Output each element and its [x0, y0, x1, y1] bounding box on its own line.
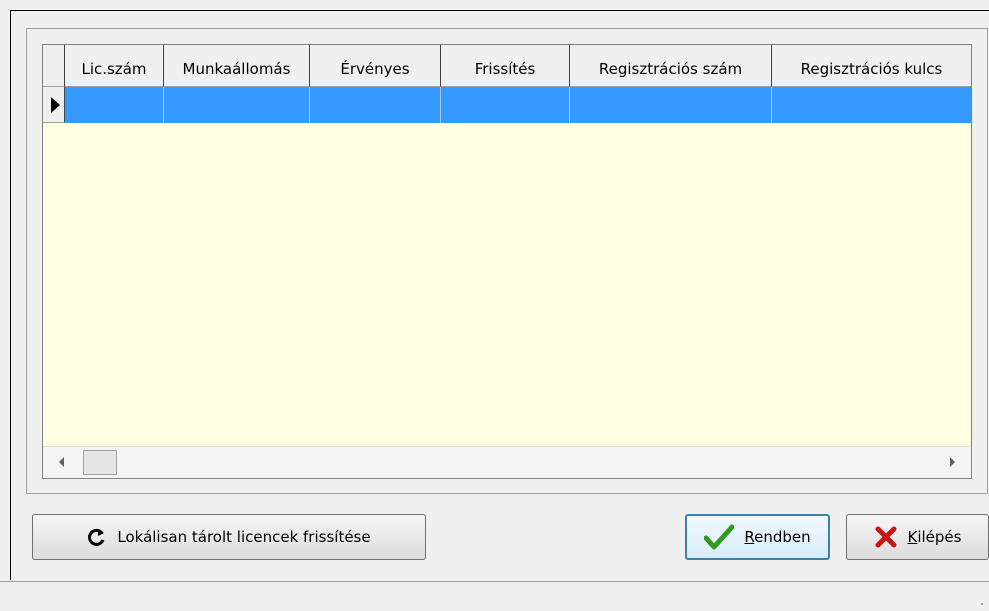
exit-button-label: Kilépés	[908, 528, 962, 546]
column-header-regisztracios-kulcs[interactable]: Regisztrációs kulcs	[772, 45, 971, 87]
license-grid[interactable]: Lic.szám Munkaállomás Érvényes Frissítés…	[42, 44, 972, 479]
column-header-label: Regisztrációs szám	[598, 60, 743, 78]
ok-button-label: Rendben	[744, 528, 810, 546]
ok-mnemonic: R	[744, 528, 755, 546]
row-indicator	[43, 87, 65, 123]
horizontal-scrollbar[interactable]	[43, 446, 971, 478]
refresh-licenses-button[interactable]: Lokálisan tárolt licencek frissítése	[32, 514, 426, 560]
refresh-button-label: Lokálisan tárolt licencek frissítése	[117, 528, 371, 546]
exit-mnemonic: K	[907, 528, 918, 546]
refresh-icon	[87, 527, 107, 547]
column-header-label: Lic.szám	[81, 60, 147, 78]
column-header-label: Regisztrációs kulcs	[800, 60, 943, 78]
scroll-left-icon[interactable]	[59, 457, 64, 467]
column-header-frissites[interactable]: Frissítés	[441, 45, 570, 87]
column-header-lic-szam[interactable]: Lic.szám	[65, 45, 164, 87]
column-header-regisztracios-szam[interactable]: Regisztrációs szám	[570, 45, 772, 87]
table-cell[interactable]	[772, 87, 971, 123]
current-row-arrow-icon	[51, 97, 60, 113]
column-header-label: Érvényes	[340, 60, 410, 78]
column-header-munkaallomas[interactable]: Munkaállomás	[164, 45, 310, 87]
column-header-label: Frissítés	[474, 60, 536, 78]
exit-label-rest: ilépés	[917, 528, 962, 546]
table-cell[interactable]	[570, 87, 772, 123]
grid-header: Lic.szám Munkaállomás Érvényes Frissítés…	[43, 45, 971, 87]
ok-button[interactable]: Rendben	[685, 514, 830, 560]
table-cell[interactable]	[310, 87, 441, 123]
exit-button[interactable]: Kilépés	[846, 514, 989, 560]
ok-label-rest: endben	[754, 528, 811, 546]
column-header-label: Munkaállomás	[182, 60, 291, 78]
row-indicator-header	[43, 45, 65, 87]
status-bar	[0, 581, 989, 611]
scrollbar-thumb[interactable]	[83, 450, 117, 475]
table-cell[interactable]	[65, 87, 164, 123]
scroll-right-icon[interactable]	[950, 457, 955, 467]
table-cell[interactable]	[164, 87, 310, 123]
column-header-ervenyes[interactable]: Érvényes	[310, 45, 441, 87]
table-cell[interactable]	[441, 87, 570, 123]
resize-grip-icon[interactable]	[977, 599, 983, 605]
checkmark-icon	[704, 524, 735, 550]
close-icon	[874, 525, 898, 549]
table-row[interactable]	[43, 87, 971, 123]
